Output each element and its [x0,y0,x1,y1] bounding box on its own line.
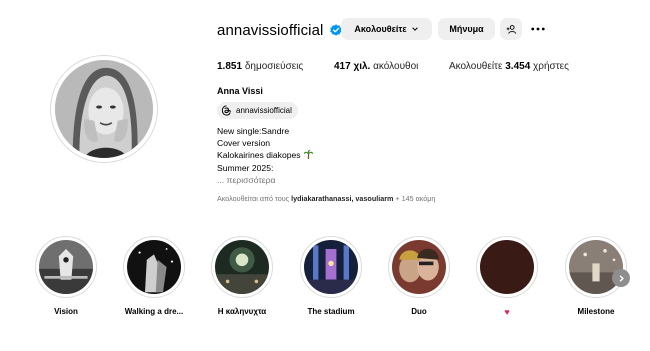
highlight-walking-thumb [127,240,181,294]
highlight-cover [476,236,538,298]
highlight-item[interactable]: Duo [383,236,455,316]
following-label: χρήστες [533,61,569,72]
following-button[interactable]: Ακολουθείτε [341,18,432,40]
highlight-vision-thumb [39,240,93,294]
highlight-label: Duo [411,307,427,316]
highlight-item[interactable]: The stadium [295,236,367,316]
message-button-label: Μήνυμα [449,24,484,34]
highlight-cover [123,236,185,298]
add-user-icon [506,24,516,34]
highlight-cover [211,236,273,298]
following-button-label: Ακολουθείτε [354,24,407,34]
highlight-cover [565,236,627,298]
bio-line: Summer 2025: [217,162,274,173]
highlight-item[interactable]: Walking a dre... [118,236,190,316]
followers-label: ακόλουθοι [373,61,419,72]
highlight-milestone-thumb [569,240,623,294]
profile-username: annavissiofficial [217,21,324,39]
followed-by-users: lydiakarathanassi, vasouliarm [291,194,394,203]
chevron-right-icon [619,274,624,282]
bio-line: Cover version [217,138,271,149]
chevron-down-icon [411,27,418,31]
profile-full-name: Anna Vissi [217,86,263,96]
threads-handle: annavissiofficial [236,106,292,115]
avatar-image [55,60,153,158]
bio-line: Kalokairines diakopes [217,150,301,161]
highlight-label: The stadium [307,307,355,316]
threads-icon [221,105,231,116]
highlight-item[interactable]: Vision [30,236,102,316]
highlight-label: Milestone [577,307,615,316]
more-options-button[interactable] [528,18,548,40]
bio-line: New single:Sandre [217,126,290,136]
posts-label: δημοσιεύσεις [244,61,304,72]
highlight-stadium-thumb [304,240,358,294]
palm-tree-icon [303,150,313,160]
highlight-label: Η καληνυχτα [217,307,267,316]
profile-bio: New single:Sandre Cover version Kalokair… [217,125,313,186]
more-dots-icon [531,27,545,31]
followed-by[interactable]: Ακολουθείται από τους lydiakarathanassi,… [217,194,435,203]
story-highlights: Vision Walking a dre... Η καληνυχτα The … [0,236,650,326]
followed-by-suffix: + 145 ακόμη [395,194,436,203]
highlights-next-button[interactable] [612,269,630,287]
highlight-heart-thumb [480,240,534,294]
bio-line-with-tree: Kalokairines diakopes [217,149,313,161]
posts-count: 1.851 [217,61,243,72]
highlight-cover [300,236,362,298]
add-user-button[interactable] [500,18,522,40]
bio-more-link[interactable]: ... περισσότερα [217,174,313,186]
profile-avatar[interactable] [50,55,158,163]
message-button[interactable]: Μήνυμα [438,18,495,40]
heart-icon: ♥ [504,307,510,317]
following-prefix: Ακολουθείτε [449,61,503,72]
profile-header: annavissiofficial [217,18,343,42]
highlight-cover [388,236,450,298]
highlight-cover [35,236,97,298]
highlight-label: Vision [54,307,78,316]
followers-stat[interactable]: 417 χιλ. ακόλουθοι [334,61,418,72]
posts-stat: 1.851 δημοσιεύσεις [217,61,303,72]
following-stat[interactable]: Ακολουθείτε 3.454 χρήστες [449,61,569,72]
highlight-duo-thumb [392,240,446,294]
highlight-item[interactable]: Η καληνυχτα [206,236,278,316]
highlight-item[interactable]: ♥ [471,236,543,317]
following-count: 3.454 [505,61,531,72]
highlight-kalinixta-thumb [215,240,269,294]
threads-link[interactable]: annavissiofficial [217,102,298,119]
followers-count: 417 χιλ. [334,61,371,72]
followed-by-prefix: Ακολουθείται από τους [217,194,290,203]
highlight-label: Walking a dre... [124,307,184,316]
